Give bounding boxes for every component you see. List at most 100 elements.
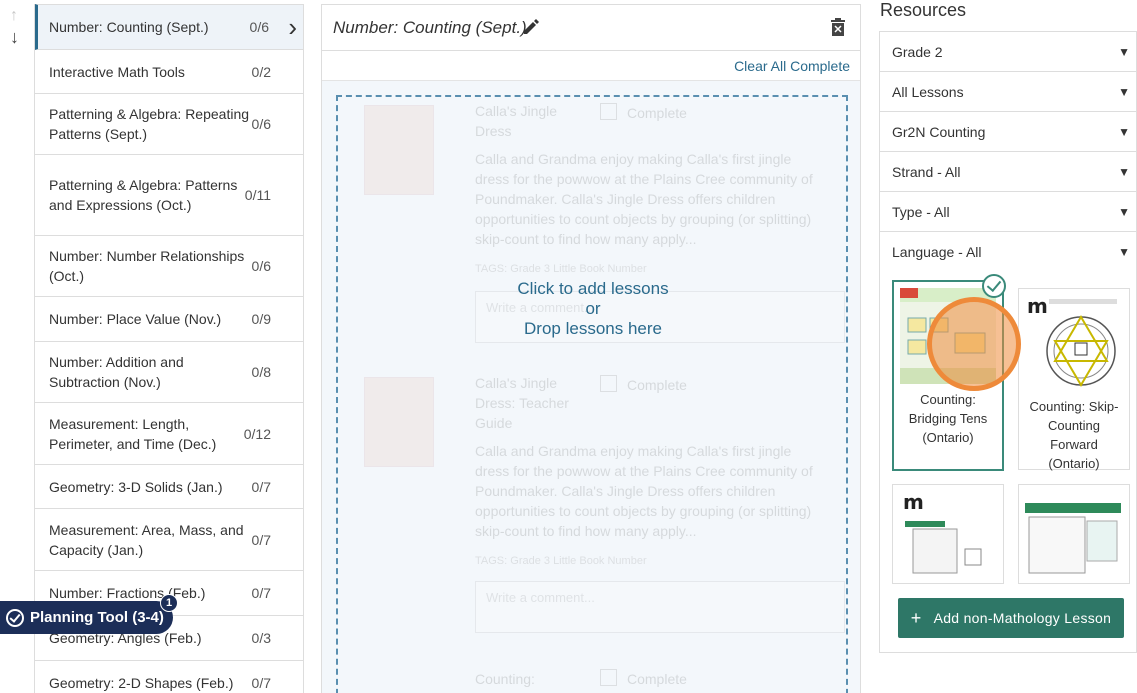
resource-caption: Counting: Skip-Counting Forward (Ontario… bbox=[1029, 399, 1119, 471]
unit-count: 0/3 bbox=[251, 630, 271, 646]
filter-type[interactable]: Type - All ▼ bbox=[880, 192, 1136, 232]
drop-message[interactable]: Click to add lessons or Drop lessons her… bbox=[338, 279, 848, 339]
unit-count: 0/8 bbox=[251, 364, 271, 380]
caret-down-icon: ▼ bbox=[1118, 245, 1130, 259]
unit-count: 0/12 bbox=[243, 425, 271, 442]
check-circle-icon bbox=[982, 274, 1006, 298]
resource-thumbnail: m bbox=[899, 491, 995, 579]
unit-count: 0/6 bbox=[249, 19, 269, 35]
sort-arrows[interactable]: ↑ ↓ bbox=[8, 8, 28, 48]
unit-count: 0/7 bbox=[251, 675, 271, 691]
unit-count: 0/7 bbox=[251, 531, 271, 548]
caret-down-icon: ▼ bbox=[1118, 85, 1130, 99]
lesson-complete-checkbox: Complete bbox=[600, 103, 687, 121]
lesson-tags: TAGS: Grade 3 Little Book Number bbox=[475, 263, 647, 275]
unit-label: Number: Counting (Sept.) bbox=[49, 19, 209, 35]
arrow-up-icon[interactable]: ↑ bbox=[10, 8, 18, 24]
unit-item[interactable]: Geometry: 2-D Shapes (Feb.) 0/7 bbox=[35, 661, 303, 693]
add-non-mathology-lesson-button[interactable]: + Add non-Mathology Lesson bbox=[898, 598, 1124, 638]
panel-title: Number: Counting (Sept.) bbox=[333, 18, 527, 37]
unit-count: 0/2 bbox=[251, 63, 271, 80]
caret-down-icon: ▼ bbox=[1118, 205, 1130, 219]
unit-item[interactable]: Measurement: Area, Mass, and Capacity (J… bbox=[35, 509, 303, 571]
resource-thumbnail bbox=[1025, 491, 1121, 579]
lesson-item: Counting: Complete bbox=[338, 663, 848, 693]
plus-icon: + bbox=[910, 607, 922, 628]
lesson-item: Calla's Jingle Dress: Teacher Guide Comp… bbox=[338, 369, 848, 639]
lesson-plan-panel: Number: Counting (Sept.) Clear All Compl… bbox=[321, 4, 861, 693]
resource-card[interactable]: m Counting: Skip-Counting Forward (Ontar… bbox=[1018, 288, 1130, 471]
lesson-drop-zone[interactable]: Calla's Jingle Dress Complete Calla and … bbox=[336, 95, 848, 693]
drag-cursor-indicator bbox=[927, 297, 1021, 391]
lesson-thumbnail bbox=[364, 377, 434, 467]
unit-count: 0/11 bbox=[244, 187, 271, 203]
unit-item[interactable]: Measurement: Length, Perimeter, and Time… bbox=[35, 403, 303, 465]
unit-item[interactable]: Number: Place Value (Nov.) 0/9 bbox=[35, 297, 303, 342]
trash-icon[interactable] bbox=[830, 18, 846, 36]
pencil-icon[interactable] bbox=[522, 18, 540, 36]
comment-field: Write a comment... bbox=[475, 581, 845, 633]
unit-label: Patterning & Algebra: Repeating Patterns… bbox=[49, 106, 250, 142]
resource-thumbnail-art bbox=[1025, 491, 1121, 579]
caret-down-icon: ▼ bbox=[1118, 125, 1130, 139]
unit-label: Patterning & Algebra: Patterns and Expre… bbox=[49, 177, 238, 213]
svg-text:m: m bbox=[1027, 295, 1048, 318]
unit-item[interactable]: Patterning & Algebra: Patterns and Expre… bbox=[35, 155, 303, 236]
resource-thumbnail: m bbox=[1025, 295, 1121, 391]
planning-tool-label: Planning Tool (3-4) bbox=[30, 609, 164, 626]
drop-line-2: or bbox=[585, 299, 601, 318]
resource-filters: Grade 2 ▼ All Lessons ▼ Gr2N Counting ▼ Str… bbox=[879, 31, 1137, 272]
unit-label: Measurement: Length, Perimeter, and Time… bbox=[49, 415, 217, 452]
unit-item[interactable]: Geometry: 3-D Solids (Jan.) 0/7 bbox=[35, 465, 303, 509]
lesson-complete-checkbox: Complete bbox=[600, 669, 687, 687]
filter-strand[interactable]: Strand - All ▼ bbox=[880, 152, 1136, 192]
arrow-down-icon[interactable]: ↓ bbox=[10, 28, 19, 46]
unit-label: Measurement: Area, Mass, and Capacity (J… bbox=[49, 521, 244, 558]
lesson-description: Calla and Grandma enjoy making Calla's f… bbox=[475, 151, 813, 247]
notification-badge: 1 bbox=[160, 594, 178, 612]
lesson-complete-checkbox: Complete bbox=[600, 375, 687, 393]
filter-language[interactable]: Language - All ▼ bbox=[880, 232, 1136, 272]
unit-label: Geometry: 2-D Shapes (Feb.) bbox=[49, 675, 234, 691]
drop-line-3: Drop lessons here bbox=[524, 319, 662, 338]
lesson-name: Calla's Jingle Dress bbox=[475, 103, 558, 139]
unit-item[interactable]: Interactive Math Tools 0/2 bbox=[35, 50, 303, 94]
unit-label: Geometry: 3-D Solids (Jan.) bbox=[49, 478, 223, 495]
filter-grade[interactable]: Grade 2 ▼ bbox=[880, 32, 1136, 72]
clear-all-complete-link[interactable]: Clear All Complete bbox=[734, 58, 850, 74]
unit-item[interactable]: Number: Number Relationships (Oct.) 0/6 bbox=[35, 236, 303, 297]
planning-tool-button[interactable]: Planning Tool (3-4) 1 bbox=[0, 594, 178, 634]
resources-title: Resources bbox=[880, 0, 967, 20]
add-button-label: Add non-Mathology Lesson bbox=[933, 610, 1112, 626]
lesson-tags: TAGS: Grade 3 Little Book Number bbox=[475, 555, 647, 567]
lesson-name: Counting: bbox=[475, 671, 535, 687]
unit-label: Number: Addition and Subtraction (Nov.) bbox=[49, 354, 184, 390]
lesson-thumbnail bbox=[364, 105, 434, 195]
unit-count: 0/6 bbox=[251, 116, 271, 132]
resource-card[interactable]: m bbox=[892, 484, 1004, 584]
chevron-right-icon[interactable]: › bbox=[288, 14, 297, 40]
unit-item[interactable]: Number: Addition and Subtraction (Nov.) … bbox=[35, 342, 303, 403]
check-circle-icon bbox=[6, 608, 24, 627]
unit-count: 0/7 bbox=[251, 478, 271, 495]
resource-thumbnail-art: m bbox=[899, 491, 995, 579]
drop-line-1: Click to add lessons bbox=[517, 279, 669, 298]
caret-down-icon: ▼ bbox=[1118, 165, 1130, 179]
svg-text:m: m bbox=[903, 491, 924, 514]
panel-header: Number: Counting (Sept.) bbox=[322, 5, 860, 51]
unit-label: Number: Fractions (Feb.) bbox=[49, 585, 206, 601]
unit-label: Number: Number Relationships (Oct.) bbox=[49, 248, 245, 284]
filter-lessons[interactable]: All Lessons ▼ bbox=[880, 72, 1136, 112]
unit-count: 0/9 bbox=[251, 311, 271, 327]
lesson-name: Calla's Jingle Dress: Teacher Guide bbox=[475, 375, 569, 431]
resource-thumbnail-art: m bbox=[1025, 295, 1121, 391]
unit-item-counting[interactable]: Number: Counting (Sept.) 0/6 › bbox=[35, 4, 303, 50]
unit-item[interactable]: Patterning & Algebra: Repeating Patterns… bbox=[35, 94, 303, 155]
unit-label: Interactive Math Tools bbox=[49, 63, 185, 80]
resource-caption: Counting: Bridging Tens (Ontario) bbox=[908, 392, 988, 445]
resource-card[interactable] bbox=[1018, 484, 1130, 584]
unit-list: Number: Counting (Sept.) 0/6 › Interacti… bbox=[34, 4, 304, 693]
caret-down-icon: ▼ bbox=[1118, 45, 1130, 59]
unit-count: 0/7 bbox=[251, 585, 271, 601]
filter-expectation[interactable]: Gr2N Counting ▼ bbox=[880, 112, 1136, 152]
